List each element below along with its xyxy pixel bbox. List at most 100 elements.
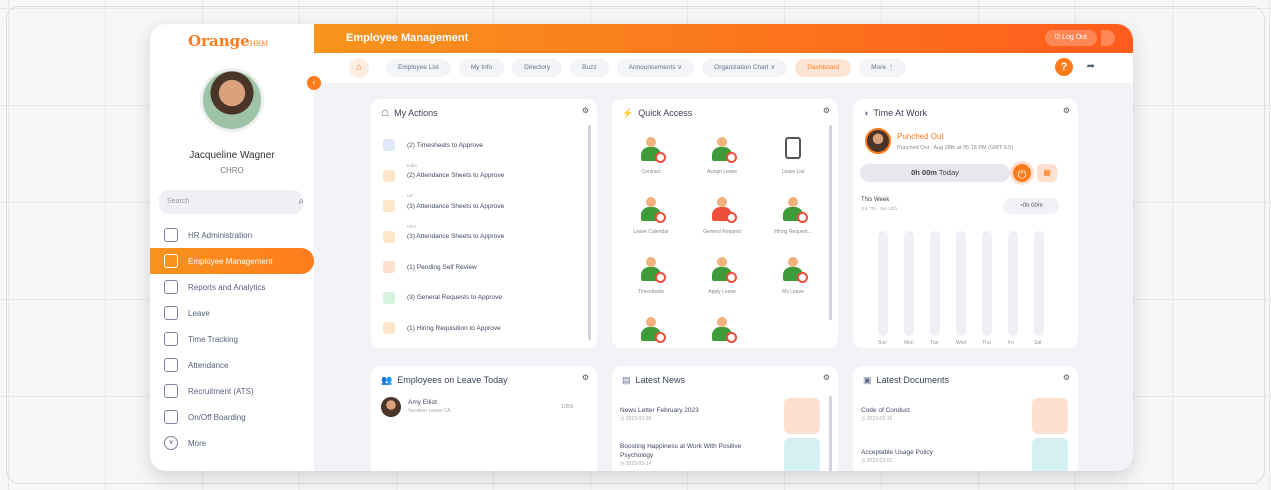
quick-access-icon <box>638 257 666 283</box>
quick-access-card: ⚡ Quick Access ⚙ Contract Assign Leave Leav… <box>612 99 838 348</box>
tab-bar: ⌂ Employee List My Info Directory Buzz A… <box>314 53 1133 83</box>
sidebar-item-attendance[interactable]: Attendance <box>150 352 314 378</box>
quick-access-item[interactable]: Contract <box>616 137 686 175</box>
tab-announcements[interactable]: Announcements ∨ <box>616 59 695 77</box>
scrollbar[interactable] <box>588 125 591 340</box>
gear-icon[interactable]: ⚙ <box>582 106 589 115</box>
collapse-sidebar-button[interactable]: ‹ <box>307 76 321 90</box>
document-item[interactable]: Code of Conduct ◷ 2023-03-16 <box>861 406 910 424</box>
latest-news-card: ▤ Latest News ⚙ News Letter February 2023… <box>612 366 838 471</box>
tab-directory[interactable]: Directory <box>512 59 563 77</box>
quick-access-icon <box>638 317 666 343</box>
document-item[interactable]: Acceptable Usage Policy ◷ 2023-03-01 <box>861 448 933 466</box>
gear-icon[interactable]: ⚙ <box>823 106 830 115</box>
sidebar-item-time-tracking[interactable]: Time Tracking <box>150 326 314 352</box>
action-label: (1) Pending Self Review <box>407 263 477 271</box>
quick-access-item[interactable] <box>687 317 757 349</box>
gear-icon[interactable]: ⚙ <box>582 373 589 382</box>
news-item[interactable]: Boosting Happiness at Work With Positive… <box>620 442 760 469</box>
action-item[interactable]: (1) Hiring Requisition to Approve <box>383 322 501 334</box>
action-item[interactable]: UK (3) Attendance Sheets to Approve <box>383 193 504 212</box>
person-head <box>646 137 656 147</box>
card-title: ☖ My Actions <box>381 108 438 118</box>
person-head <box>717 257 727 267</box>
logo[interactable]: OrangeHRM <box>188 32 268 50</box>
latest-documents-card: ▣ Latest Documents ⚙ Code of Conduct ◷ 202… <box>853 366 1078 471</box>
quick-access-item[interactable]: Timesheets <box>616 257 686 295</box>
news-thumbnail <box>784 438 820 471</box>
sidebar-item-recruitment[interactable]: Recruitment (ATS) <box>150 378 314 404</box>
tab-dashboard[interactable]: Dashboard <box>795 59 852 77</box>
logout-button[interactable]: ⏻ Log Out <box>1044 30 1116 46</box>
quick-access-item[interactable]: Apply Leave <box>687 257 757 295</box>
avatar[interactable] <box>200 68 264 132</box>
attendance-icon <box>164 358 178 372</box>
document-thumbnail <box>1032 398 1068 434</box>
action-item[interactable]: (1) Pending Self Review <box>383 261 477 273</box>
quick-access-item[interactable]: Leave Calendar <box>616 197 686 235</box>
sidebar-item-hr-administration[interactable]: HR Administration <box>150 222 314 248</box>
quick-access-item[interactable] <box>616 317 686 349</box>
sidebar-item-more[interactable]: ∨ More <box>150 430 314 456</box>
document-thumbnail <box>1032 438 1068 471</box>
quick-access-label: Timesheets <box>638 289 664 295</box>
action-label: (3) General Requests to Approve <box>407 294 503 301</box>
quick-access-item[interactable]: My Leave <box>758 257 828 295</box>
home-icon[interactable]: ⌂ <box>349 58 369 78</box>
leave-employee-name: Amy Elliot <box>408 399 437 406</box>
action-item[interactable]: (3) General Requests to Approve <box>383 291 503 304</box>
time-tracking-icon <box>164 332 178 346</box>
sidebar-item-onboarding[interactable]: On/Off Boarding <box>150 404 314 430</box>
action-item[interactable]: (2) Timesheets to Approve <box>383 139 483 151</box>
quick-access-label: Leave List <box>781 169 805 175</box>
badge-icon <box>726 152 737 163</box>
person-head <box>646 257 656 267</box>
help-icon[interactable]: ? <box>1055 58 1073 76</box>
hr-admin-icon <box>164 228 178 242</box>
tab-buzz[interactable]: Buzz <box>570 59 609 77</box>
sidebar-item-employee-management[interactable]: Employee Management <box>150 248 314 274</box>
search-icon[interactable]: ⌕ <box>290 190 304 214</box>
tab-organization-chart[interactable]: Organization Chart ∨ <box>702 59 788 77</box>
badge-icon <box>797 272 808 283</box>
gear-icon[interactable]: ⚙ <box>1063 106 1070 115</box>
my-actions-card: ☖ My Actions ⚙ (2) Timesheets to Approve I… <box>371 99 597 348</box>
quick-access-item[interactable]: Hiring Request... <box>758 197 828 235</box>
gear-icon[interactable]: ⚙ <box>1063 373 1070 382</box>
gear-icon[interactable]: ⚙ <box>823 373 830 382</box>
punch-status: Punched Out <box>897 132 944 141</box>
share-icon[interactable]: ➦ <box>1087 61 1095 72</box>
punch-button[interactable]: ⏻ <box>1010 161 1034 185</box>
tab-employee-list[interactable]: Employee List <box>386 59 451 77</box>
week-bar <box>878 231 888 336</box>
employee-icon <box>164 254 178 268</box>
scrollbar[interactable] <box>829 396 832 471</box>
action-region: India <box>407 162 417 168</box>
actions-icon: ☖ <box>381 108 390 118</box>
action-item[interactable]: India (2) Attendance Sheets to Approve <box>383 163 504 182</box>
week-bar <box>930 231 940 336</box>
week-bar <box>904 231 914 336</box>
tab-my-info[interactable]: My Info <box>458 59 505 77</box>
card-title: ◑ Time At Work <box>863 108 927 118</box>
scrollbar[interactable] <box>829 125 832 320</box>
sidebar-item-reports[interactable]: Reports and Analytics <box>150 274 314 300</box>
person-head <box>646 317 656 327</box>
card-title: ▣ Latest Documents <box>863 375 950 385</box>
action-item[interactable]: USA (3) Attendance Sheets to Approve <box>383 224 504 243</box>
action-icon <box>383 139 395 151</box>
sidebar-nav: HR Administration Employee Management Re… <box>150 222 314 456</box>
chevron-down-icon: ∨ <box>164 436 178 450</box>
calendar-icon[interactable]: ▦ <box>1037 164 1057 182</box>
search-input[interactable]: Search <box>159 190 303 214</box>
bolt-icon: ⚡ <box>622 108 634 118</box>
clipboard-icon <box>785 137 801 159</box>
quick-access-item[interactable]: Leave List <box>758 137 828 175</box>
quick-access-item[interactable]: General Request <box>687 197 757 235</box>
quick-access-item[interactable]: Assign Leave <box>687 137 757 175</box>
tab-more[interactable]: More ⋮ <box>859 59 907 77</box>
sidebar: OrangeHRM Jacqueline Wagner CHRO Search … <box>150 24 314 471</box>
news-item[interactable]: News Letter February 2023 ◷ 2023-03-20 <box>620 406 699 424</box>
person-head <box>717 197 727 207</box>
sidebar-item-leave[interactable]: Leave <box>150 300 314 326</box>
